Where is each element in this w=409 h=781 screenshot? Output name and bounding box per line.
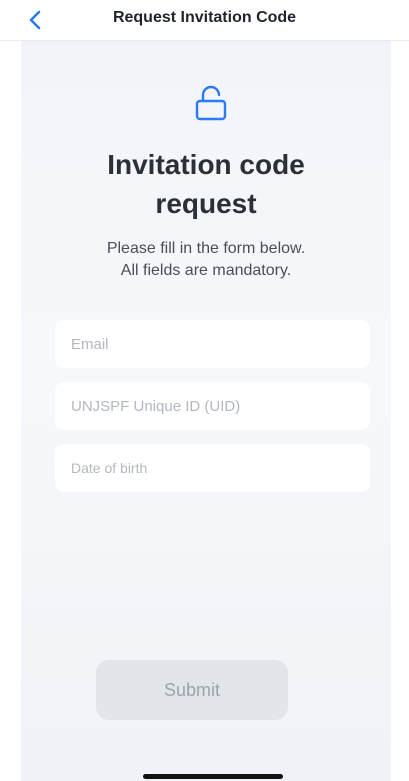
- email-input[interactable]: [55, 320, 370, 368]
- nav-title: Request Invitation Code: [112, 9, 297, 26]
- date-of-birth-field: [55, 444, 370, 492]
- submit-button[interactable]: Submit: [96, 660, 288, 720]
- page-title: Invitation code request: [107, 149, 305, 219]
- uid-field: [55, 382, 370, 430]
- screen: Request Invitation Code Invitation code …: [0, 0, 409, 781]
- email-field: [55, 320, 370, 368]
- uid-input[interactable]: [55, 382, 370, 430]
- unlock-icon: [195, 85, 227, 121]
- home-indicator: [143, 774, 283, 779]
- page-subtitle: Please fill in the form below. All field…: [106, 240, 306, 279]
- date-of-birth-input[interactable]: [55, 444, 370, 492]
- navigation-bar: Request Invitation Code: [0, 0, 409, 41]
